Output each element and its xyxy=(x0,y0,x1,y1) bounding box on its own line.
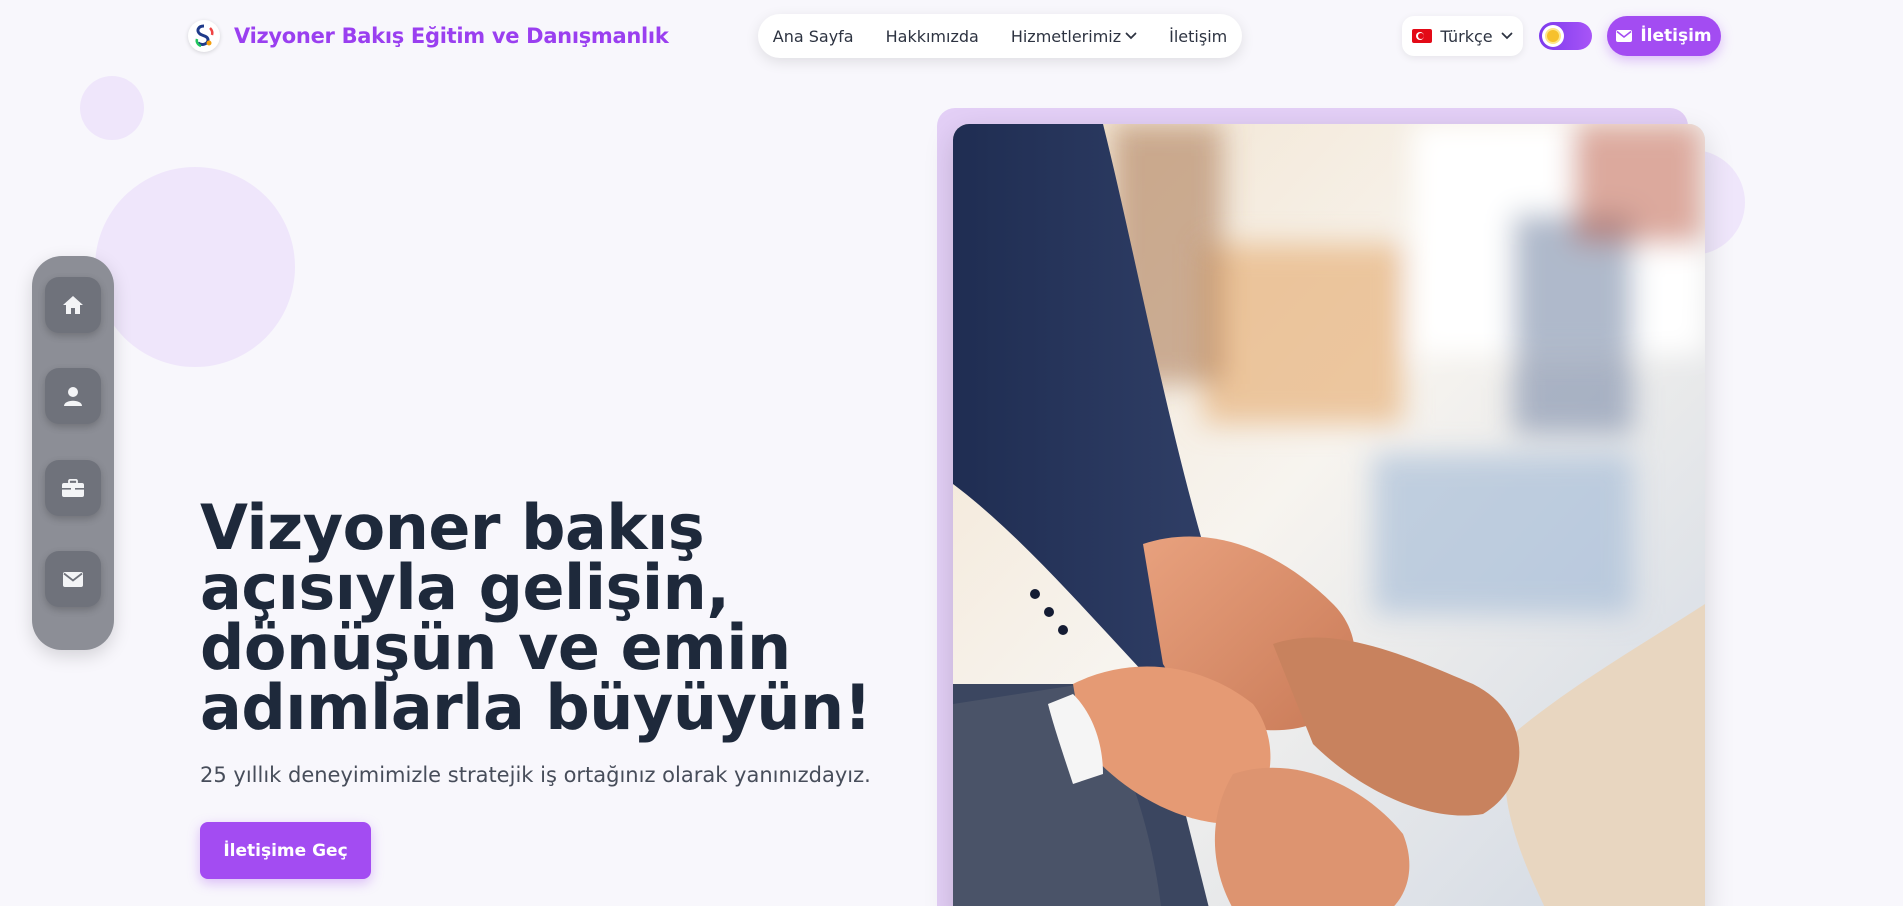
user-icon xyxy=(64,387,82,406)
dock-contact-button[interactable] xyxy=(45,551,101,607)
envelope-icon xyxy=(63,571,83,587)
dock-home-button[interactable] xyxy=(45,277,101,333)
theme-toggle[interactable] xyxy=(1539,22,1592,50)
brand-name: Vizyoner Bakış Eğitim ve Danışmanlık xyxy=(234,24,669,48)
nav-item-label: Hakkımızda xyxy=(885,26,979,46)
briefcase-icon xyxy=(62,479,84,497)
contact-button[interactable]: İletişim xyxy=(1607,16,1721,56)
chevron-down-icon xyxy=(1125,32,1137,40)
dock-profile-button[interactable] xyxy=(45,368,101,424)
cta-label: İletişime Geç xyxy=(223,840,348,861)
decorative-circle-large xyxy=(95,167,295,367)
logo-icon xyxy=(188,20,220,52)
main-nav: Ana Sayfa Hakkımızda Hizmetlerimiz İleti… xyxy=(758,14,1242,58)
brand[interactable]: Vizyoner Bakış Eğitim ve Danışmanlık xyxy=(188,20,669,52)
dock-services-button[interactable] xyxy=(45,460,101,516)
hero-subtitle: 25 yıllık deneyimimizle stratejik iş ort… xyxy=(200,763,871,787)
nav-item-services[interactable]: Hizmetlerimiz xyxy=(1011,27,1137,46)
decorative-circle-small xyxy=(80,76,144,140)
nav-item-label: Hizmetlerimiz xyxy=(1010,26,1122,46)
contact-button-label: İletişim xyxy=(1640,26,1712,46)
home-icon xyxy=(63,296,83,314)
toggle-knob xyxy=(1542,25,1564,47)
nav-item-contact[interactable]: İletişim xyxy=(1169,27,1227,46)
language-selector[interactable]: Türkçe xyxy=(1402,16,1523,56)
envelope-icon xyxy=(1616,30,1633,42)
nav-item-label: İletişim xyxy=(1169,26,1228,46)
language-label: Türkçe xyxy=(1440,26,1493,46)
turkey-flag-icon xyxy=(1412,29,1433,43)
chevron-down-icon xyxy=(1501,32,1512,40)
nav-item-label: Ana Sayfa xyxy=(772,26,854,46)
nav-item-about[interactable]: Hakkımızda xyxy=(886,27,979,46)
sun-icon xyxy=(1547,30,1559,42)
hero-title: Vizyoner bakış açısıyla gelişin, dönüşün… xyxy=(200,491,872,744)
site-header: Vizyoner Bakış Eğitim ve Danışmanlık Ana… xyxy=(0,0,1903,72)
side-dock xyxy=(32,256,114,650)
nav-item-home[interactable]: Ana Sayfa xyxy=(773,27,854,46)
hero-image xyxy=(953,124,1705,906)
contact-cta-button[interactable]: İletişime Geç xyxy=(200,822,371,879)
